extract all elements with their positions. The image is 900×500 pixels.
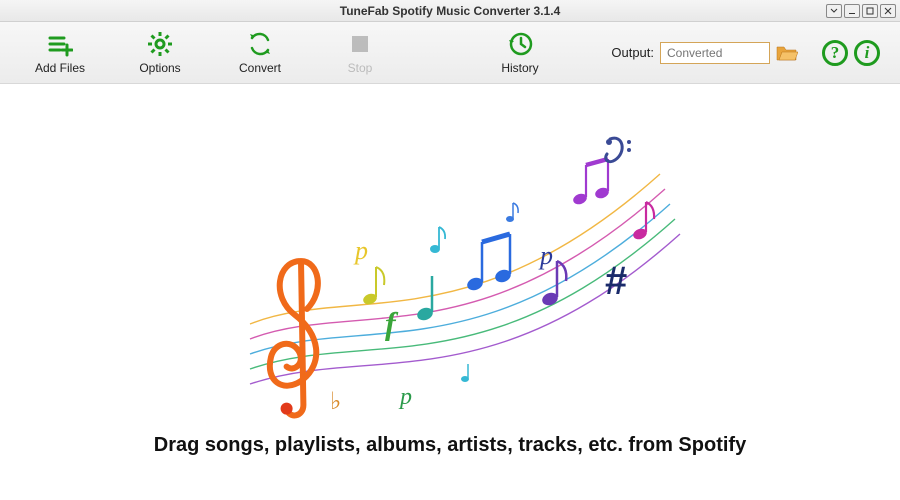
options-button[interactable]: Options xyxy=(120,25,200,81)
svg-text:♭: ♭ xyxy=(330,389,341,415)
svg-text:f: f xyxy=(385,305,399,341)
convert-icon xyxy=(247,31,273,57)
convert-label: Convert xyxy=(239,61,281,75)
maximize-button[interactable] xyxy=(862,4,878,18)
browse-folder-button[interactable] xyxy=(776,44,798,62)
options-label: Options xyxy=(139,61,180,75)
output-group: Output: ? i xyxy=(611,40,880,66)
output-path-input[interactable] xyxy=(660,42,770,64)
history-button[interactable]: History xyxy=(480,25,560,81)
history-icon xyxy=(507,31,533,57)
svg-text:p: p xyxy=(398,384,412,410)
minimize-to-tray-button[interactable] xyxy=(826,4,842,18)
help-button[interactable]: ? xyxy=(822,40,848,66)
convert-button[interactable]: Convert xyxy=(220,25,300,81)
stop-icon xyxy=(347,31,373,57)
add-files-label: Add Files xyxy=(35,61,85,75)
stop-button: Stop xyxy=(320,25,400,81)
music-notes-illustration: p f xyxy=(210,104,690,424)
gear-icon xyxy=(147,31,173,57)
window-title: TuneFab Spotify Music Converter 3.1.4 xyxy=(0,4,900,18)
titlebar: TuneFab Spotify Music Converter 3.1.4 xyxy=(0,0,900,22)
add-files-button[interactable]: Add Files xyxy=(20,25,100,81)
info-button[interactable]: i xyxy=(854,40,880,66)
close-button[interactable] xyxy=(880,4,896,18)
svg-text:#: # xyxy=(605,259,627,303)
window-controls xyxy=(826,4,900,18)
history-label: History xyxy=(501,61,538,75)
minimize-button[interactable] xyxy=(844,4,860,18)
svg-text:p: p xyxy=(538,241,553,270)
drag-hint-text: Drag songs, playlists, albums, artists, … xyxy=(154,434,746,457)
svg-text:p: p xyxy=(353,236,368,265)
output-label: Output: xyxy=(611,45,654,60)
main-drop-area[interactable]: p f xyxy=(0,84,900,500)
add-files-icon xyxy=(47,31,73,57)
stop-label: Stop xyxy=(348,61,373,75)
toolbar: Add Files Options xyxy=(0,22,900,84)
